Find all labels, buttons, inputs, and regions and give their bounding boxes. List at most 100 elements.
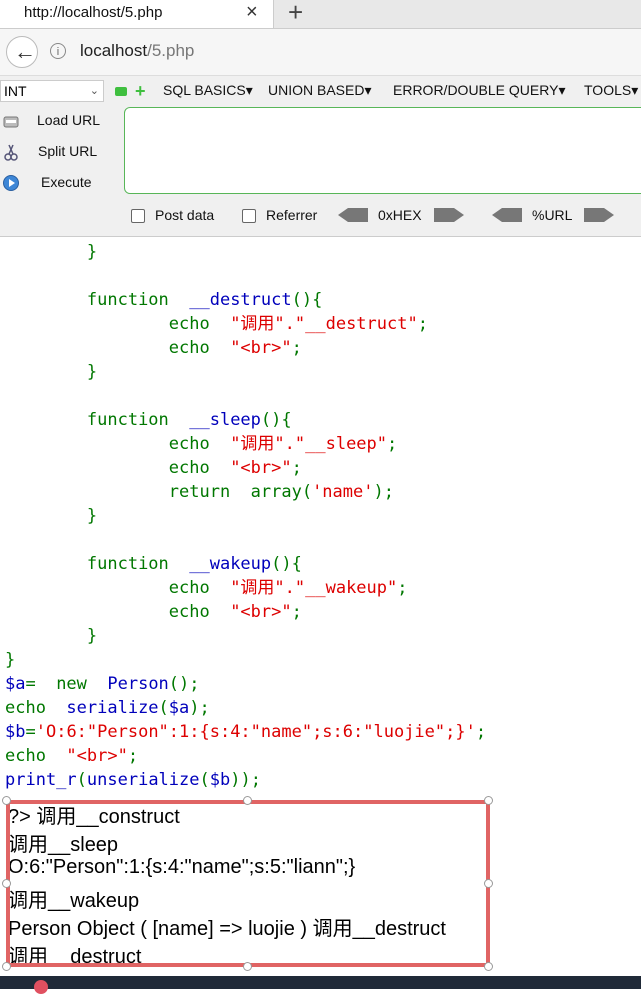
- code-token: ;: [291, 338, 302, 358]
- code-token: ;: [291, 458, 302, 478]
- code-token: }: [5, 650, 16, 670]
- split-url-label: Split URL: [38, 143, 98, 159]
- arrow-right-icon: [584, 208, 614, 222]
- url-path: /5.php: [147, 41, 195, 60]
- code-line: echo "<br>";: [5, 236, 302, 238]
- code-token: "<br>": [230, 602, 292, 622]
- code-token: (: [158, 698, 169, 718]
- code-token: );: [189, 698, 210, 718]
- load-url-label: Load URL: [37, 112, 101, 128]
- arrow-left-icon: [338, 208, 368, 222]
- code-token: );: [373, 482, 394, 502]
- navigation-bar: ← i localhost/5.php: [0, 29, 641, 76]
- referrer-checkbox[interactable]: Referrer: [242, 207, 317, 223]
- code-line: echo "<br>";: [5, 338, 302, 358]
- code-line: function __wakeup(){: [5, 554, 302, 574]
- post-data-checkbox[interactable]: Post data: [131, 207, 214, 223]
- url-encode-arrow[interactable]: [584, 207, 614, 223]
- code-block: echo "<br>"; } function __destruct(){ ec…: [5, 236, 486, 792]
- type-select[interactable]: INT ⌄: [0, 80, 104, 102]
- referrer-label: Referrer: [266, 207, 318, 223]
- code-token: $a: [168, 698, 190, 718]
- resize-handle[interactable]: [2, 796, 11, 805]
- code-line: return array('name');: [5, 482, 394, 502]
- new-tab-icon[interactable]: +: [288, 0, 303, 28]
- code-token: ;: [127, 746, 139, 766]
- code-line: }: [5, 242, 97, 262]
- menu-union-based[interactable]: UNION BASED▾: [268, 82, 372, 99]
- code-token: echo: [168, 314, 231, 334]
- code-token: ;: [387, 434, 398, 454]
- resize-handle[interactable]: [243, 962, 252, 971]
- resize-handle[interactable]: [243, 796, 252, 805]
- code-token: (: [76, 770, 87, 790]
- code-token: }: [86, 362, 98, 382]
- code-token: "调用"."__wakeup": [230, 578, 398, 598]
- code-token: ();: [168, 674, 200, 694]
- address-bar[interactable]: localhost/5.php: [80, 41, 194, 61]
- referrer-check[interactable]: [242, 209, 256, 223]
- url-decode-arrow[interactable]: [492, 207, 522, 223]
- arrow-left-icon: [492, 208, 522, 222]
- code-token: Person: [107, 674, 169, 694]
- code-token: "<br>": [230, 338, 292, 358]
- taskbar: [0, 976, 641, 994]
- code-token: function: [86, 290, 190, 310]
- code-token: echo: [168, 458, 231, 478]
- code-token: return array(: [168, 482, 313, 502]
- code-line: echo serialize($a);: [5, 698, 210, 718]
- code-token: ;: [292, 236, 302, 238]
- selection-rectangle[interactable]: [6, 800, 490, 967]
- code-token: echo: [169, 236, 230, 238]
- code-token: "调用"."__destruct": [230, 314, 418, 334]
- code-token: echo: [168, 578, 231, 598]
- arrow-right-icon: [434, 208, 464, 222]
- chevron-down-icon: ⌄: [89, 85, 99, 97]
- resize-handle[interactable]: [484, 879, 493, 888]
- menu-sql-basics[interactable]: SQL BASICS▾: [163, 82, 253, 99]
- code-token: echo: [5, 698, 67, 718]
- code-token: __wakeup: [189, 554, 272, 574]
- back-button[interactable]: ←: [6, 36, 38, 68]
- hex-decode-arrow[interactable]: [338, 207, 368, 223]
- resize-handle[interactable]: [484, 962, 493, 971]
- post-data-check[interactable]: [131, 209, 145, 223]
- url-input[interactable]: [124, 107, 641, 194]
- resize-handle[interactable]: [2, 879, 11, 888]
- minus-icon[interactable]: [115, 87, 127, 96]
- code-token: serialize: [66, 698, 159, 718]
- menu-tools[interactable]: TOOLS▾: [584, 82, 638, 99]
- code-token: function: [86, 554, 190, 574]
- code-token: "调用"."__sleep": [230, 434, 388, 454]
- code-token: }: [86, 242, 98, 262]
- split-url-button[interactable]: Split URL: [0, 139, 115, 165]
- hex-encode-arrow[interactable]: [434, 207, 464, 223]
- code-line: echo "<br>";: [5, 602, 302, 622]
- code-line: echo "调用"."__sleep";: [5, 434, 398, 454]
- code-token: $b: [5, 722, 26, 742]
- browser-tab[interactable]: http://localhost/5.php ×: [0, 0, 274, 28]
- resize-handle[interactable]: [2, 962, 11, 971]
- code-token: __sleep: [189, 410, 261, 430]
- code-token: ;: [475, 722, 487, 742]
- app-icon[interactable]: [34, 980, 48, 994]
- code-line: }: [5, 626, 97, 646]
- code-token: function: [86, 410, 190, 430]
- code-line: echo "<br>";: [5, 746, 138, 766]
- execute-button[interactable]: Execute: [0, 170, 115, 196]
- load-url-button[interactable]: Load URL: [0, 108, 115, 134]
- plus-icon[interactable]: +: [135, 81, 146, 102]
- code-line: echo "调用"."__destruct";: [5, 314, 428, 334]
- info-icon[interactable]: i: [50, 43, 66, 59]
- post-data-label: Post data: [155, 207, 215, 223]
- resize-handle[interactable]: [484, 796, 493, 805]
- code-token: (: [199, 770, 210, 790]
- code-token: }: [86, 506, 98, 526]
- type-select-value: INT: [4, 83, 27, 99]
- close-icon[interactable]: ×: [246, 1, 258, 24]
- code-line: echo "调用"."__wakeup";: [5, 578, 408, 598]
- url-encode-label: %URL: [532, 207, 573, 223]
- menu-error-double-query[interactable]: ERROR/DOUBLE QUERY▾: [393, 82, 565, 99]
- code-token: (){: [271, 554, 302, 574]
- hackbar-panel: INT ⌄ + SQL BASICS▾ UNION BASED▾ ERROR/D…: [0, 76, 641, 237]
